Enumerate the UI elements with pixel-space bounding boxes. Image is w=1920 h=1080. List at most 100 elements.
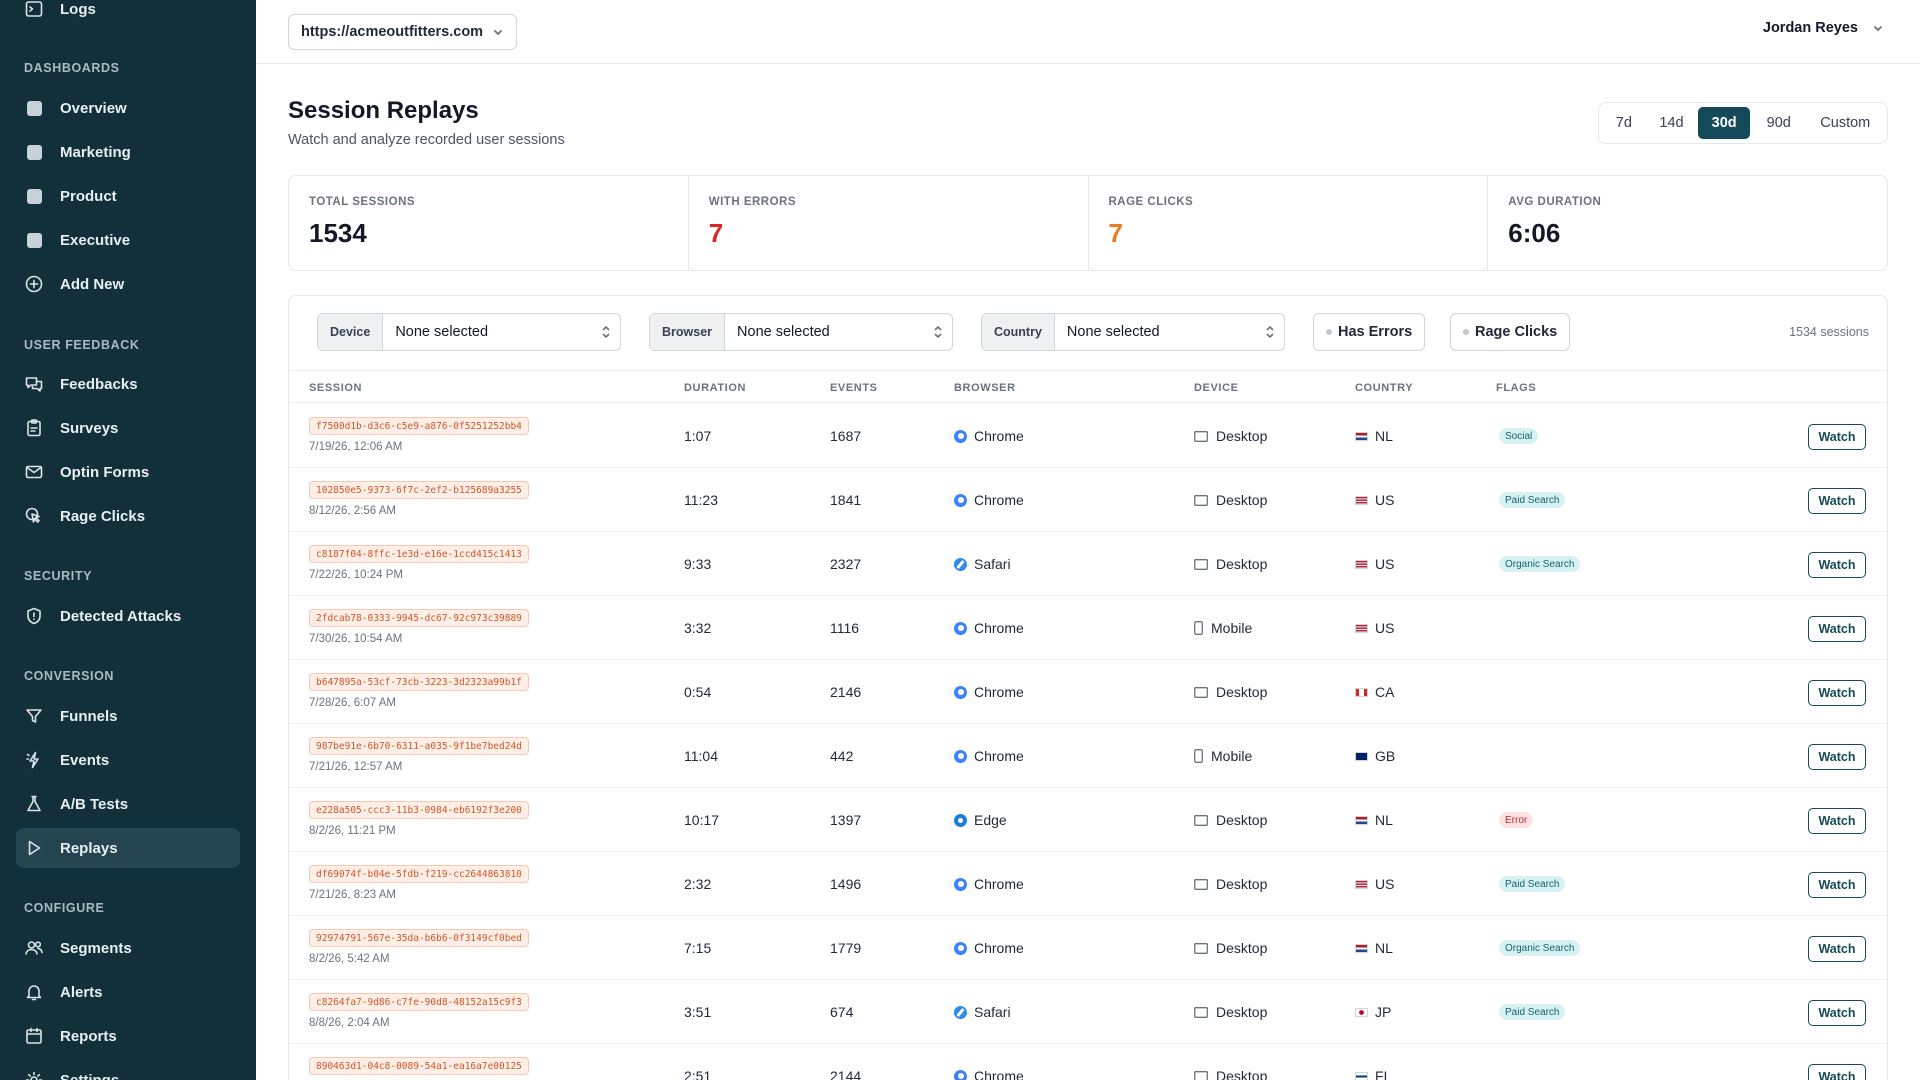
sidebar-item-feedbacks[interactable]: Feedbacks: [16, 364, 240, 404]
sidebar-item-executive[interactable]: Executive: [16, 220, 240, 260]
table-row[interactable]: c8187f04-8ffc-1e3d-e16e-1ccd415c1413 7/22…: [289, 532, 1887, 596]
range-custom-button[interactable]: Custom: [1808, 107, 1883, 139]
sidebar-item-segments[interactable]: Segments: [16, 928, 240, 968]
table-row[interactable]: c8264fa7-9d86-c7fe-90d8-48152a15c9f3 8/8/…: [289, 980, 1887, 1044]
device-name: Desktop: [1216, 876, 1268, 892]
table-row[interactable]: 92974791-567e-35da-b6b6-0f3149cf0bed 8/2/…: [289, 916, 1887, 980]
session-device: Desktop: [1194, 1004, 1267, 1020]
sidebar-item-funnels[interactable]: Funnels: [16, 696, 240, 736]
session-duration: 1:07: [684, 428, 712, 444]
session-id[interactable]: b647895a-53cf-73cb-3223-3d2323a99b1f: [309, 673, 529, 691]
site-selector[interactable]: https://acmeoutfitters.com: [288, 14, 517, 50]
range-7d-button[interactable]: 7d: [1603, 107, 1645, 139]
column-events[interactable]: EVENTS: [830, 382, 878, 394]
sidebar-item-add-new[interactable]: Add New: [16, 264, 240, 304]
sidebar-item-reports[interactable]: Reports: [16, 1016, 240, 1056]
sidebar-item-marketing[interactable]: Marketing: [16, 132, 240, 172]
column-country[interactable]: COUNTRY: [1355, 382, 1413, 394]
session-browser: Chrome: [954, 684, 1024, 700]
watch-button[interactable]: Watch: [1808, 424, 1866, 450]
sidebar-item-replays[interactable]: Replays: [16, 828, 240, 868]
browser-filter[interactable]: Browser None selected: [649, 313, 953, 351]
session-id[interactable]: f7500d1b-d3c6-c5e9-a876-0f5251252bb4: [309, 417, 529, 435]
watch-button[interactable]: Watch: [1808, 616, 1866, 642]
column-duration[interactable]: DURATION: [684, 382, 746, 394]
session-id[interactable]: e228a505-ccc3-11b3-0984-eb6192f3e200: [309, 801, 529, 819]
sidebar-item-rage-clicks[interactable]: Rage Clicks: [16, 496, 240, 536]
sidebar-item-overview[interactable]: Overview: [16, 88, 240, 128]
rage-clicks-label: Rage Clicks: [1475, 324, 1558, 340]
table-row[interactable]: df69074f-b04e-5fdb-f219-cc2644863810 7/21…: [289, 852, 1887, 916]
session-id[interactable]: 102850e5-9373-6f7c-2ef2-b125689a3255: [309, 481, 529, 499]
session-id[interactable]: c8264fa7-9d86-c7fe-90d8-48152a15c9f3: [309, 993, 529, 1011]
table-row[interactable]: 890463d1-04c8-0089-54a1-ea16a7e00125 2:51…: [289, 1044, 1887, 1080]
table-row[interactable]: 102850e5-9373-6f7c-2ef2-b125689a3255 8/12…: [289, 468, 1887, 532]
stats-summary: TOTAL SESSIONS 1534 WITH ERRORS 7 RAGE C…: [288, 175, 1888, 271]
watch-button[interactable]: Watch: [1808, 744, 1866, 770]
watch-button[interactable]: Watch: [1808, 1064, 1866, 1080]
sidebar-item-detected-attacks[interactable]: Detected Attacks: [16, 596, 240, 636]
column-browser[interactable]: BROWSER: [954, 382, 1016, 394]
watch-button[interactable]: Watch: [1808, 936, 1866, 962]
sidebar-item-logs[interactable]: Logs: [16, 0, 240, 29]
user-menu[interactable]: Jordan Reyes: [1763, 20, 1884, 36]
session-id[interactable]: 987be91e-6b70-6311-a035-9f1be7bed24d: [309, 737, 529, 755]
sidebar-item-events[interactable]: Events: [16, 740, 240, 780]
column-flags[interactable]: FLAGS: [1496, 382, 1536, 394]
status-dot-icon: [1463, 329, 1469, 335]
table-row[interactable]: 2fdcab78-0333-9945-dc67-92c973c39889 7/30…: [289, 596, 1887, 660]
session-events: 1779: [830, 940, 862, 956]
table-row[interactable]: b647895a-53cf-73cb-3223-3d2323a99b1f 7/28…: [289, 660, 1887, 724]
chevron-down-icon: [492, 26, 504, 38]
device-name: Desktop: [1216, 1004, 1268, 1020]
watch-button[interactable]: Watch: [1808, 872, 1866, 898]
sidebar-item-surveys[interactable]: Surveys: [16, 408, 240, 448]
column-session[interactable]: SESSION: [309, 382, 362, 394]
browser-name: Chrome: [974, 684, 1024, 700]
session-id[interactable]: 2fdcab78-0333-9945-dc67-92c973c39889: [309, 609, 529, 627]
sidebar-item-optin-forms[interactable]: Optin Forms: [16, 452, 240, 492]
session-events: 1496: [830, 876, 862, 892]
range-90d-button[interactable]: 90d: [1752, 107, 1806, 139]
session-date: 8/2/26, 11:21 PM: [309, 825, 396, 837]
watch-button[interactable]: Watch: [1808, 680, 1866, 706]
sidebar-item-ab-tests[interactable]: A/B Tests: [16, 784, 240, 824]
browser-name: Chrome: [974, 876, 1024, 892]
country-filter[interactable]: Country None selected: [981, 313, 1285, 351]
device-filter[interactable]: Device None selected: [317, 313, 621, 351]
device-name: Desktop: [1216, 1068, 1268, 1080]
watch-button[interactable]: Watch: [1808, 808, 1866, 834]
flask-icon: [24, 794, 44, 814]
session-id[interactable]: 890463d1-04c8-0089-54a1-ea16a7e00125: [309, 1057, 529, 1075]
sidebar-item-alerts[interactable]: Alerts: [16, 972, 240, 1012]
range-14d-button[interactable]: 14d: [1647, 107, 1697, 139]
table-row[interactable]: e228a505-ccc3-11b3-0984-eb6192f3e200 8/2/…: [289, 788, 1887, 852]
session-date: 8/12/26, 2:56 AM: [309, 505, 396, 517]
sidebar-item-settings[interactable]: Settings: [16, 1060, 240, 1080]
session-country: NL: [1355, 940, 1393, 956]
session-date: 8/2/26, 5:42 AM: [309, 953, 390, 965]
chrome-icon: [954, 621, 967, 635]
chrome-icon: [954, 877, 967, 891]
has-errors-toggle[interactable]: Has Errors: [1313, 313, 1426, 351]
range-30d-button[interactable]: 30d: [1698, 107, 1750, 139]
watch-button[interactable]: Watch: [1808, 552, 1866, 578]
session-date: 7/30/26, 10:54 AM: [309, 633, 403, 645]
rage-clicks-toggle[interactable]: Rage Clicks: [1450, 313, 1571, 351]
country-flag-icon: [1355, 623, 1368, 633]
sidebar-item-label: Rage Clicks: [60, 507, 146, 525]
session-events: 674: [830, 1004, 854, 1020]
session-id[interactable]: c8187f04-8ffc-1e3d-e16e-1ccd415c1413: [309, 545, 529, 563]
sidebar-item-product[interactable]: Product: [16, 176, 240, 216]
column-device[interactable]: DEVICE: [1194, 382, 1239, 394]
device-filter-value: None selected: [395, 324, 489, 340]
watch-button[interactable]: Watch: [1808, 1000, 1866, 1026]
table-row[interactable]: 987be91e-6b70-6311-a035-9f1be7bed24d 7/21…: [289, 724, 1887, 788]
session-id[interactable]: df69074f-b04e-5fdb-f219-cc2644863810: [309, 865, 529, 883]
session-id[interactable]: 92974791-567e-35da-b6b6-0f3149cf0bed: [309, 929, 529, 947]
chevron-down-icon: [1872, 22, 1884, 34]
session-events: 2327: [830, 556, 862, 572]
date-range-selector: 7d 14d 30d 90d Custom: [1598, 102, 1888, 144]
table-row[interactable]: f7500d1b-d3c6-c5e9-a876-0f5251252bb4 7/19…: [289, 404, 1887, 468]
watch-button[interactable]: Watch: [1808, 488, 1866, 514]
